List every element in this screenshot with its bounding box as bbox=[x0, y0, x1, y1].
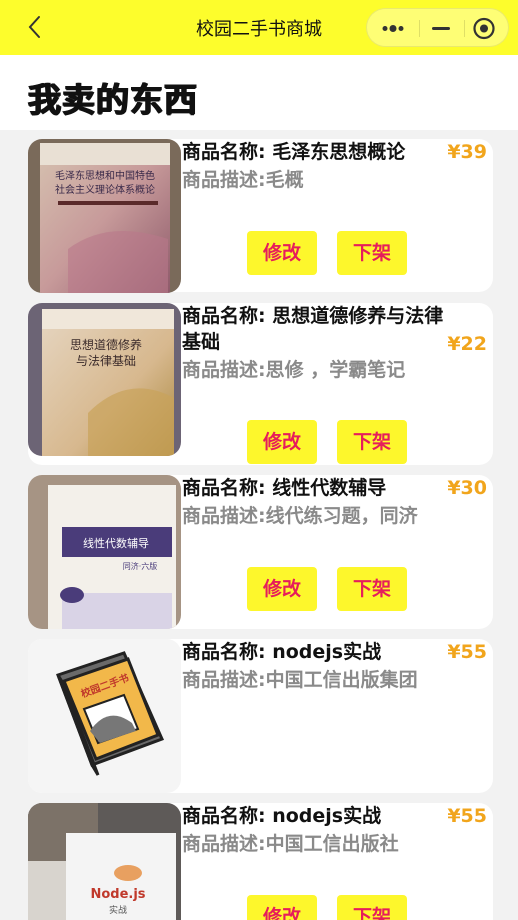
edit-button[interactable]: 修改 bbox=[247, 567, 317, 611]
product-description: 商品描述:线代练习题，同济 bbox=[182, 505, 418, 527]
delist-button[interactable]: 下架 bbox=[337, 231, 407, 275]
book-placeholder-icon: 校园二手书 bbox=[56, 651, 165, 776]
product-card[interactable]: Node.js 实战 商品名称: nodejs实战 商品描述:中国工信出版社 ¥… bbox=[28, 803, 493, 920]
cover-text: 线性代数辅导 bbox=[83, 536, 149, 550]
product-description: 商品描述:中国工信出版社 bbox=[182, 833, 399, 855]
product-description: 商品描述:思修 ，学霸笔记 bbox=[182, 359, 406, 381]
product-name: 商品名称: nodejs实战 bbox=[182, 805, 382, 827]
page-header: 我卖的东西 bbox=[0, 55, 518, 130]
product-card[interactable]: 毛泽东思想和中国特色 社会主义理论体系概论 商品名称: 毛泽东思想概论 商品描述… bbox=[28, 139, 493, 293]
more-button[interactable] bbox=[367, 9, 419, 48]
product-price: ¥55 bbox=[447, 805, 487, 827]
cover-text: 社会主义理论体系概论 bbox=[55, 183, 155, 196]
menu-capsule bbox=[366, 8, 509, 47]
product-card[interactable]: 校园二手书 商品名称: nodejs实战 商品描述:中国工信出版集团 ¥55 bbox=[28, 639, 493, 793]
product-image[interactable]: 思想道德修养 与法律基础 bbox=[28, 303, 181, 456]
minus-icon bbox=[432, 27, 450, 30]
cover-text: 实战 bbox=[109, 904, 127, 916]
product-image[interactable]: Node.js 实战 bbox=[28, 803, 181, 920]
product-card[interactable]: 线性代数辅导 同济·六版 商品名称: 线性代数辅导 商品描述:线代练习题，同济 … bbox=[28, 475, 493, 629]
minimize-button[interactable] bbox=[419, 9, 464, 48]
product-price: ¥22 bbox=[447, 333, 487, 355]
edit-button[interactable]: 修改 bbox=[247, 231, 317, 275]
product-name: 商品名称: 线性代数辅导 bbox=[182, 477, 387, 499]
delist-button[interactable]: 下架 bbox=[337, 420, 407, 464]
product-description: 商品描述:毛概 bbox=[182, 169, 304, 191]
product-price: ¥55 bbox=[447, 641, 487, 663]
product-name: 商品名称: nodejs实战 bbox=[182, 641, 382, 663]
product-price: ¥30 bbox=[447, 477, 487, 499]
cover-text: 思想道德修养 bbox=[70, 337, 142, 352]
product-image[interactable]: 线性代数辅导 同济·六版 bbox=[28, 475, 181, 629]
cover-text: Node.js bbox=[90, 887, 145, 902]
product-name: 商品名称: 毛泽东思想概论 bbox=[182, 141, 406, 163]
edit-button[interactable]: 修改 bbox=[247, 420, 317, 464]
cover-text: 毛泽东思想和中国特色 bbox=[55, 169, 155, 182]
target-circle-icon bbox=[473, 17, 495, 40]
more-dots-icon bbox=[382, 25, 404, 32]
product-image[interactable]: 校园二手书 bbox=[28, 639, 181, 793]
product-image[interactable]: 毛泽东思想和中国特色 社会主义理论体系概论 bbox=[28, 139, 181, 293]
cover-text: 与法律基础 bbox=[76, 354, 136, 368]
edit-button[interactable]: 修改 bbox=[247, 895, 317, 920]
product-card[interactable]: 思想道德修养 与法律基础 商品名称: 思想道德修养与法律基础 商品描述:思修 ，… bbox=[28, 303, 493, 465]
cover-text: 同济·六版 bbox=[123, 561, 158, 571]
product-description: 商品描述:中国工信出版集团 bbox=[182, 669, 418, 691]
page-title: 我卖的东西 bbox=[28, 80, 198, 119]
nav-bar: 校园二手书商城 bbox=[0, 0, 518, 55]
product-price: ¥39 bbox=[447, 141, 487, 163]
product-name: 商品名称: 思想道德修养与法律基础 bbox=[182, 305, 444, 353]
delist-button[interactable]: 下架 bbox=[337, 567, 407, 611]
delist-button[interactable]: 下架 bbox=[337, 895, 407, 920]
close-button[interactable] bbox=[464, 9, 510, 48]
